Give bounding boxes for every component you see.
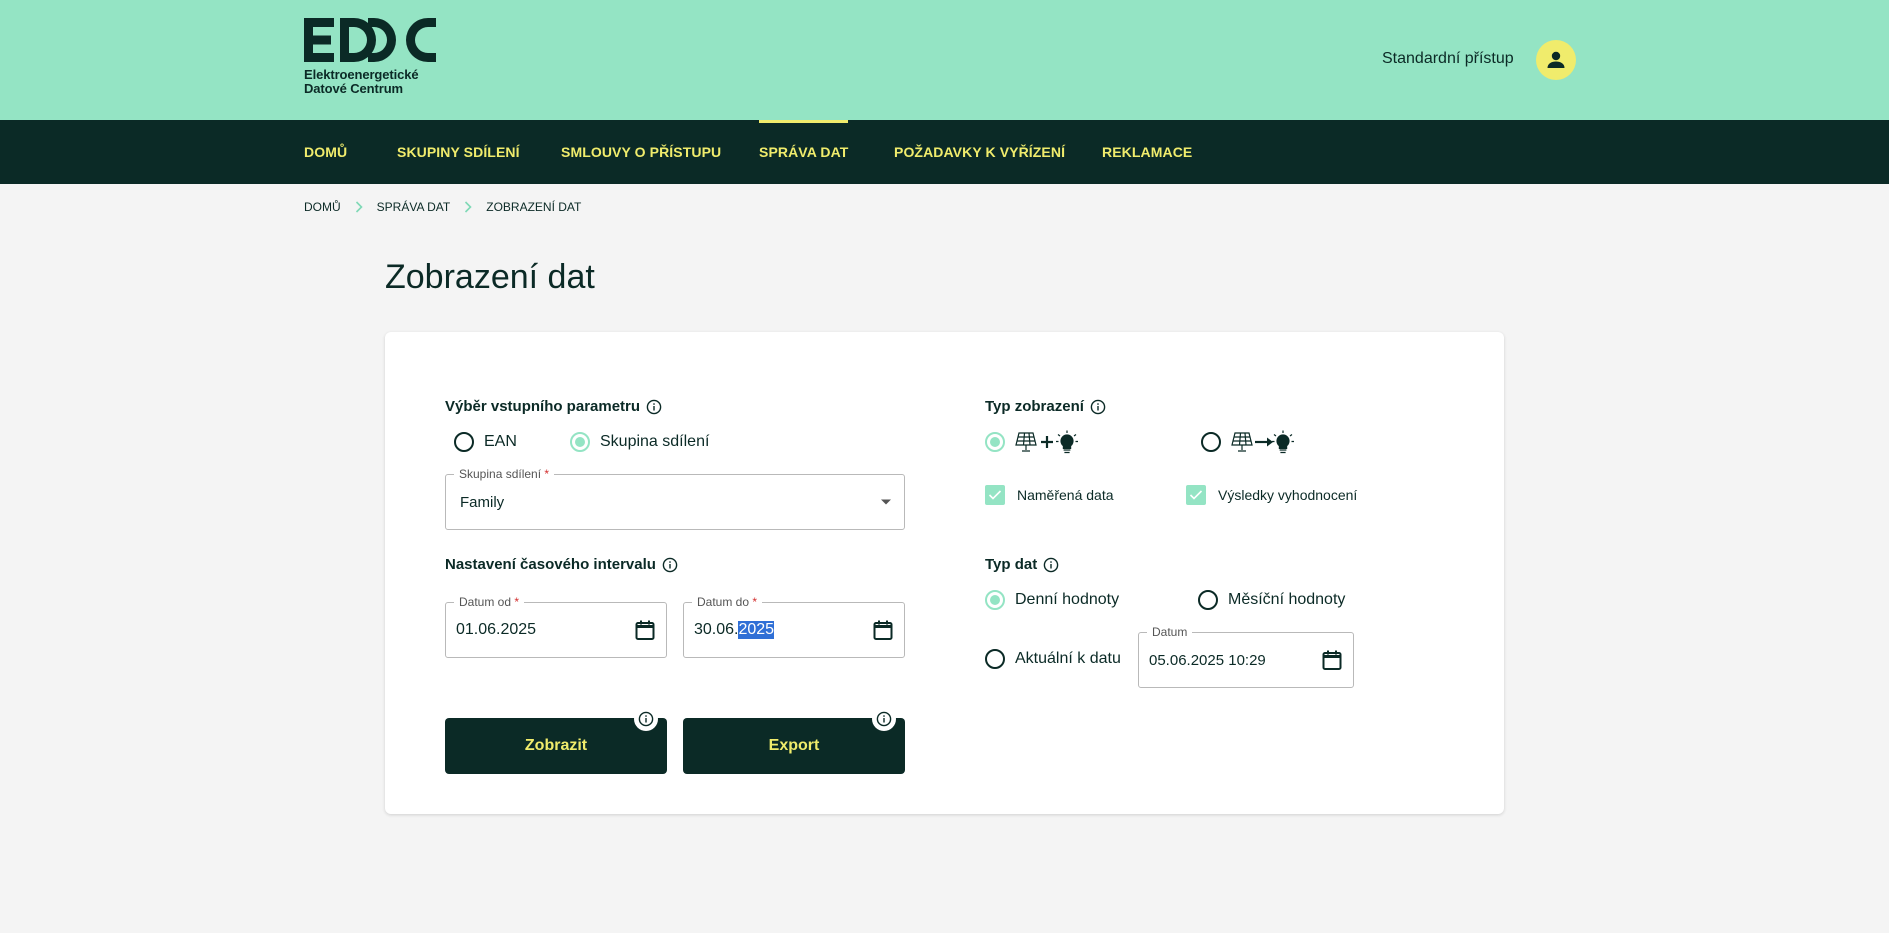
dropdown-arrow-icon[interactable]	[880, 498, 892, 506]
data-view-form-card: Výběr vstupního parametru EAN Skupina sd…	[385, 332, 1504, 814]
radio-current-to-date-circle[interactable]	[985, 649, 1005, 669]
show-button[interactable]: Zobrazit	[445, 707, 667, 774]
edc-logo[interactable]: Elektroenergetické Datové Centrum	[304, 16, 444, 102]
info-icon[interactable]	[872, 707, 896, 731]
export-button[interactable]: Export	[683, 707, 905, 774]
radio-ean[interactable]: EAN	[454, 432, 517, 452]
checkbox-evaluation-results-label: Výsledky vyhodnocení	[1218, 487, 1358, 503]
radio-daily-values-label: Denní hodnoty	[1015, 591, 1120, 608]
breadcrumb-sprava-dat[interactable]: SPRÁVA DAT	[377, 200, 451, 214]
nav-item-domu[interactable]: DOMŮ	[304, 120, 347, 184]
radio-current-to-date[interactable]: Aktuální k datu	[985, 649, 1121, 669]
calendar-icon[interactable]	[872, 619, 894, 641]
radio-monthly-values[interactable]: Měsíční hodnoty	[1198, 590, 1345, 610]
solar-panel-plus-bulb-icon	[1015, 429, 1087, 455]
radio-monthly-values-label: Měsíční hodnoty	[1228, 591, 1346, 608]
radio-daily-values[interactable]: Denní hodnoty	[985, 590, 1119, 610]
nav-item-skupiny-sdileni[interactable]: SKUPINY SDÍLENÍ	[397, 120, 520, 184]
date-to-field[interactable]: Datum do * 30.06. 2025	[683, 595, 905, 658]
interval-label: Nastavení časového intervalu	[445, 556, 656, 573]
datetime-field[interactable]: Datum 05.06.2025 10:29	[1138, 625, 1354, 688]
header: Elektroenergetické Datové Centrum Standa…	[0, 0, 1889, 120]
nav-item-sprava-dat[interactable]: SPRÁVA DAT	[759, 120, 849, 184]
view-type-section-label: Typ zobrazení	[985, 398, 1106, 415]
person-icon	[1547, 51, 1565, 68]
required-mark: *	[544, 467, 550, 481]
breadcrumb-zobrazeni-dat: ZOBRAZENÍ DAT	[486, 200, 582, 214]
date-from-value[interactable]: 01.06.2025	[456, 603, 536, 657]
radio-ean-circle[interactable]	[454, 432, 474, 452]
radio-monthly-values-circle[interactable]	[1198, 590, 1218, 610]
info-icon[interactable]	[634, 707, 658, 731]
info-icon[interactable]	[646, 399, 662, 415]
date-to-value[interactable]: 30.06. 2025	[694, 603, 775, 657]
access-level-label: Standardní přístup	[1382, 50, 1514, 67]
radio-skupina-sdileni[interactable]: Skupina sdílení	[570, 432, 709, 452]
sharing-group-select[interactable]: Skupina sdílení * Family	[445, 467, 905, 530]
checkbox-evaluation-results-box[interactable]	[1186, 485, 1206, 505]
info-icon[interactable]	[662, 557, 678, 573]
radio-daily-values-circle[interactable]	[985, 590, 1005, 610]
date-from-field[interactable]: Datum od * 01.06.2025	[445, 595, 667, 658]
radio-skupina-sdileni-label: Skupina sdílení	[600, 433, 710, 450]
checkmark-icon	[988, 490, 1002, 500]
nav-item-smlouvy-o-pristupu[interactable]: SMLOUVY O PŘÍSTUPU	[561, 120, 721, 184]
breadcrumb-domu[interactable]: DOMŮ	[304, 200, 341, 214]
checkbox-measured-data-label: Naměřená data	[1017, 487, 1114, 503]
chevron-right-icon	[464, 201, 472, 213]
chevron-right-icon	[355, 201, 363, 213]
radio-ean-label: EAN	[484, 433, 517, 450]
datetime-field-value[interactable]: 05.06.2025 10:29	[1149, 633, 1266, 687]
export-button-label: Export	[768, 737, 820, 754]
input-param-label: Výběr vstupního parametru	[445, 398, 641, 415]
page-title: Zobrazení dat	[385, 258, 595, 296]
data-type-section-label: Typ dat	[985, 556, 1059, 573]
info-icon[interactable]	[1090, 399, 1106, 415]
sharing-group-value: Family	[460, 493, 505, 511]
radio-skupina-sdileni-circle[interactable]	[570, 432, 590, 452]
info-icon[interactable]	[1043, 557, 1059, 573]
radio-view-2-circle[interactable]	[1201, 432, 1221, 452]
calendar-icon[interactable]	[1321, 649, 1343, 671]
radio-view-production-plus-consumption[interactable]	[985, 429, 1087, 455]
checkmark-icon	[1189, 490, 1203, 500]
logo-line-1: Elektroenergetické	[304, 67, 419, 82]
checkbox-evaluation-results[interactable]: Výsledky vyhodnocení	[1186, 485, 1357, 505]
logo-line-2: Datové Centrum	[304, 81, 404, 96]
nav-item-pozadavky-k-vyrizeni[interactable]: POŽADAVKY K VYŘÍZENÍ	[894, 120, 1065, 184]
date-to-value-prefix: 30.06.	[694, 621, 739, 638]
data-type-label: Typ dat	[985, 556, 1038, 573]
show-button-label: Zobrazit	[524, 737, 588, 754]
user-avatar-button[interactable]	[1536, 40, 1576, 80]
interval-section-label: Nastavení časového intervalu	[445, 556, 678, 573]
checkbox-measured-data-box[interactable]	[985, 485, 1005, 505]
logo-mark	[304, 16, 444, 64]
nav-item-reklamace[interactable]: REKLAMACE	[1102, 120, 1192, 184]
main-navigation: DOMŮ SKUPINY SDÍLENÍ SMLOUVY O PŘÍSTUPU …	[0, 120, 1889, 184]
checkbox-measured-data[interactable]: Naměřená data	[985, 485, 1114, 505]
logo-text: Elektroenergetické Datové Centrum	[304, 68, 444, 96]
view-type-label: Typ zobrazení	[985, 398, 1084, 415]
radio-view-production-to-consumption[interactable]	[1201, 429, 1303, 455]
radio-view-1-circle[interactable]	[985, 432, 1005, 452]
radio-current-to-date-label: Aktuální k datu	[1015, 650, 1121, 667]
input-param-section-label: Výběr vstupního parametru	[445, 398, 662, 415]
calendar-icon[interactable]	[634, 619, 656, 641]
date-to-selected-text: 2025	[738, 621, 775, 639]
solar-panel-arrow-bulb-icon	[1231, 429, 1303, 455]
breadcrumb: DOMŮ SPRÁVA DAT ZOBRAZENÍ DAT	[304, 200, 581, 214]
